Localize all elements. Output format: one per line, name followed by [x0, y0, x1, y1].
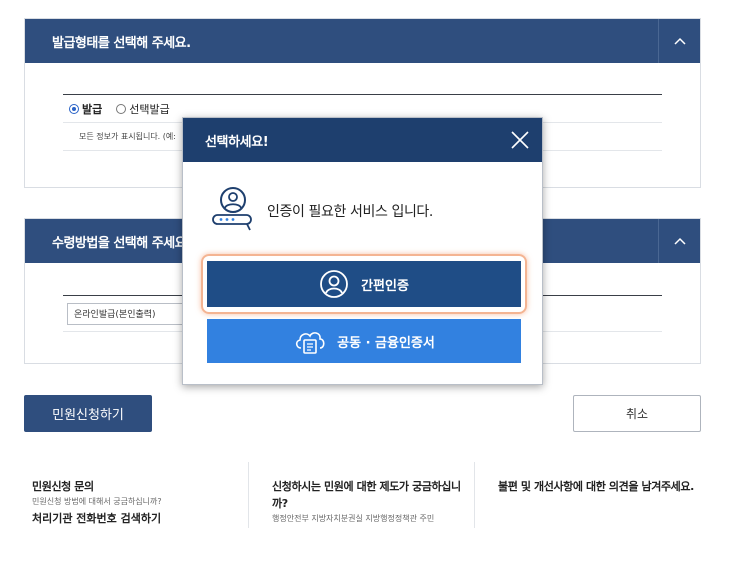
footer-policy-sub: 행정안전부 지방자치분권실 지방행정정책관 주민: [272, 514, 435, 523]
cancel-button[interactable]: 취소: [573, 395, 701, 432]
page-cutoff: [0, 528, 756, 580]
modal-header: 선택하세요!: [183, 118, 542, 162]
modal-title: 선택하세요!: [205, 134, 269, 150]
issue-type-title: 발급형태를 선택해 주세요.: [52, 35, 191, 51]
certificate-auth-button[interactable]: 공동 · 금융인증서: [207, 319, 521, 363]
radio-select-issue-indicator[interactable]: [116, 103, 127, 114]
footer-phone-search-link[interactable]: 처리기관 전화번호 검색하기: [32, 510, 242, 527]
issue-type-header[interactable]: 발급형태를 선택해 주세요.: [25, 19, 700, 63]
chevron-up-icon[interactable]: [658, 219, 700, 263]
simple-auth-label: 간편인증: [361, 278, 409, 294]
footer-inquiry-title: 민원신청 문의: [32, 480, 94, 493]
auth-required-message: 인증이 필요한 서비스 입니다.: [267, 204, 433, 220]
radio-select-issue-label: 선택발급: [129, 102, 170, 116]
receive-method-title: 수령방법을 선택해 주세요: [52, 235, 187, 251]
simple-auth-highlight: 간편인증: [201, 254, 527, 314]
receive-method-select[interactable]: 온라인발급(본인출력): [67, 302, 183, 325]
certificate-auth-label: 공동 · 금융인증서: [337, 335, 435, 351]
user-key-icon: [209, 186, 257, 236]
footer-divider: [474, 462, 475, 530]
apply-button[interactable]: 민원신청하기: [24, 395, 152, 432]
footer-policy-title[interactable]: 신청하시는 민원에 대한 제도가 궁금하십니까?: [272, 478, 472, 512]
footer-inquiry-sub: 민원신청 방법에 대해서 궁금하십니까?: [32, 497, 162, 506]
radio-issue-label: 발급: [82, 102, 103, 116]
radio-select-issue[interactable]: 선택발급: [116, 101, 170, 117]
auth-required-row: 인증이 필요한 서비스 입니다.: [209, 186, 433, 236]
user-circle-icon: [319, 269, 349, 299]
chevron-up-icon[interactable]: [658, 19, 700, 63]
simple-auth-button[interactable]: 간편인증: [207, 261, 521, 307]
radio-issue-indicator[interactable]: [69, 103, 79, 114]
cloud-certificate-icon: [293, 327, 327, 355]
footer-divider: [248, 462, 249, 530]
footer-feedback-title[interactable]: 불편 및 개선사항에 대한 의견을 남겨주세요.: [498, 478, 698, 495]
close-icon[interactable]: [498, 118, 542, 162]
radio-issue[interactable]: 발급: [69, 101, 102, 117]
auth-select-modal: 선택하세요! 인증이 필요한 서비스 입니다. 간편인증 공동 · 금융인증서: [182, 117, 543, 385]
